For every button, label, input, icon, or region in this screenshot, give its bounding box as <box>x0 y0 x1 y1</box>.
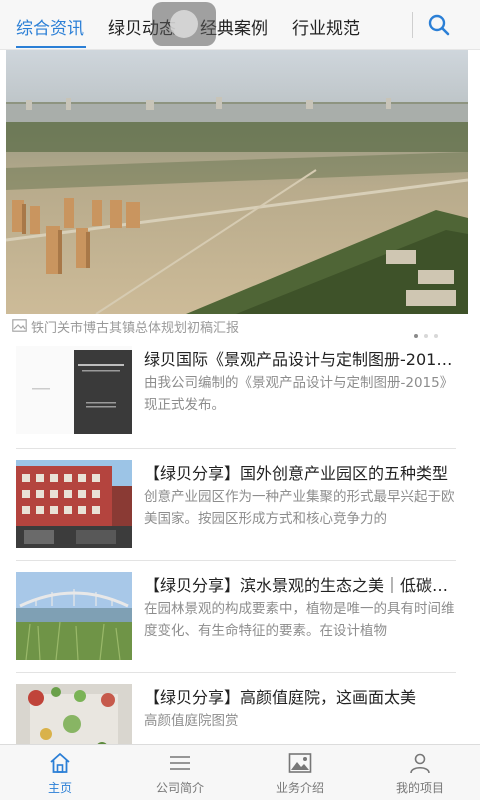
banner-image[interactable] <box>6 50 468 314</box>
bottom-tab-business[interactable]: 业务介绍 <box>240 745 360 800</box>
picture-icon <box>288 753 312 773</box>
news-item[interactable]: 【绿贝分享】国外创意产业园区的五种类型 创意产业园区作为一种产业集聚的形式最早兴… <box>16 460 456 560</box>
news-summary: 在园林景观的构成要素中，植物是唯一的具有时间维度变化、有生命特征的要素。在设计植… <box>144 601 455 639</box>
news-title: 【绿贝分享】滨水景观的生态之美｜低碳生活 <box>144 576 456 595</box>
home-icon <box>50 753 70 773</box>
top-tab-bar: 综合资讯 绿贝动态 经典案例 行业规范 <box>0 0 480 50</box>
news-item[interactable]: 绿贝国际《景观产品设计与定制图册-2015》 由我公司编制的《景观产品设计与定制… <box>16 346 456 446</box>
news-title: 【绿贝分享】高颜值庭院，这画面太美 <box>144 688 417 707</box>
bottom-tab-label: 公司简介 <box>155 781 204 795</box>
news-summary: 高颜值庭院图赏 <box>144 713 239 729</box>
list-divider <box>16 560 456 561</box>
news-title: 绿贝国际《景观产品设计与定制图册-2015》 <box>144 350 456 369</box>
assistive-touch-overlay[interactable] <box>152 2 216 46</box>
carousel-indicator <box>414 323 444 342</box>
banner-caption: 铁门关市博古其镇总体规划初稿汇报 <box>31 321 240 336</box>
carousel-dot <box>424 334 428 338</box>
news-item[interactable]: 【绿贝分享】滨水景观的生态之美｜低碳生活 在园林景观的构成要素中，植物是唯一的具… <box>16 572 456 672</box>
news-thumbnail <box>16 460 132 548</box>
bottom-tab-label: 业务介绍 <box>275 781 324 795</box>
bottom-tab-home[interactable]: 主页 <box>0 745 120 800</box>
carousel-dot <box>414 334 418 338</box>
bottom-tab-bar: 主页 公司简介 业务介绍 我的项目 <box>0 744 480 800</box>
list-divider <box>16 672 456 673</box>
bottom-tab-label: 我的项目 <box>395 781 444 795</box>
bottom-tab-label: 主页 <box>47 781 72 795</box>
search-icon <box>428 14 450 36</box>
search-button[interactable] <box>426 12 452 38</box>
tab-news[interactable]: 综合资讯 <box>16 14 84 39</box>
carousel-dot <box>434 334 438 338</box>
menu-lines-icon <box>170 756 190 770</box>
bottom-tab-projects[interactable]: 我的项目 <box>360 745 480 800</box>
news-title: 【绿贝分享】国外创意产业园区的五种类型 <box>144 464 449 483</box>
divider <box>412 12 413 38</box>
person-icon <box>410 753 430 774</box>
bottom-tab-company[interactable]: 公司简介 <box>120 745 240 800</box>
news-summary: 创意产业园区作为一种产业集聚的形式最早兴起于欧美国家。按园区形成方式和核心竞争力… <box>144 489 455 527</box>
news-summary: 由我公司编制的《景观产品设计与定制图册-2015》现正式发布。 <box>144 375 454 413</box>
news-thumbnail <box>16 346 132 434</box>
news-thumbnail <box>16 572 132 660</box>
image-icon <box>12 319 27 332</box>
list-divider <box>16 448 456 449</box>
tab-industry-standards[interactable]: 行业规范 <box>292 14 360 39</box>
active-tab-indicator <box>16 46 86 48</box>
